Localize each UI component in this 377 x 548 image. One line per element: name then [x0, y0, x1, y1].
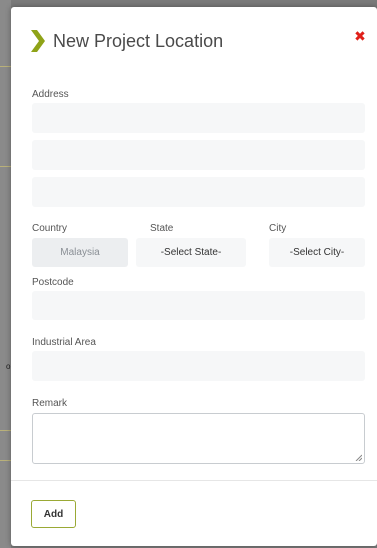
close-icon[interactable]: ✖	[353, 29, 367, 43]
address-line1-input[interactable]	[32, 103, 365, 133]
address-line3-input[interactable]	[32, 177, 365, 207]
city-select[interactable]: -Select City-	[269, 238, 365, 267]
remark-textarea[interactable]	[32, 413, 365, 464]
country-label: Country	[32, 223, 68, 234]
city-label: City	[269, 223, 287, 234]
modal-title: New Project Location	[53, 31, 224, 51]
background-divider	[0, 66, 11, 67]
city-value: -Select City-	[289, 247, 345, 258]
background-text: o	[6, 362, 11, 371]
modal-header: New Project Location ✖	[11, 7, 377, 77]
new-project-location-modal: New Project Location ✖ Address Country S…	[11, 7, 377, 546]
background-divider	[0, 430, 11, 431]
country-value: Malaysia	[60, 247, 100, 258]
address-label: Address	[32, 89, 69, 100]
postcode-input[interactable]	[32, 291, 365, 320]
add-button[interactable]: Add	[31, 500, 76, 528]
background-divider	[0, 460, 11, 461]
state-select[interactable]: -Select State-	[136, 238, 246, 267]
industrial-area-label: Industrial Area	[32, 337, 96, 348]
state-label: State	[150, 223, 174, 234]
state-value: -Select State-	[160, 247, 222, 258]
postcode-label: Postcode	[32, 277, 74, 288]
remark-label: Remark	[32, 398, 68, 409]
resize-grip-icon[interactable]	[355, 454, 362, 461]
address-line2-input[interactable]	[32, 140, 365, 170]
background-divider	[0, 166, 11, 167]
add-button-label: Add	[43, 508, 64, 520]
background-page-strip	[0, 0, 11, 548]
chevron-right-icon	[31, 30, 45, 52]
country-select[interactable]: Malaysia	[32, 238, 128, 267]
industrial-area-input[interactable]	[32, 351, 365, 381]
footer-divider	[11, 480, 377, 481]
